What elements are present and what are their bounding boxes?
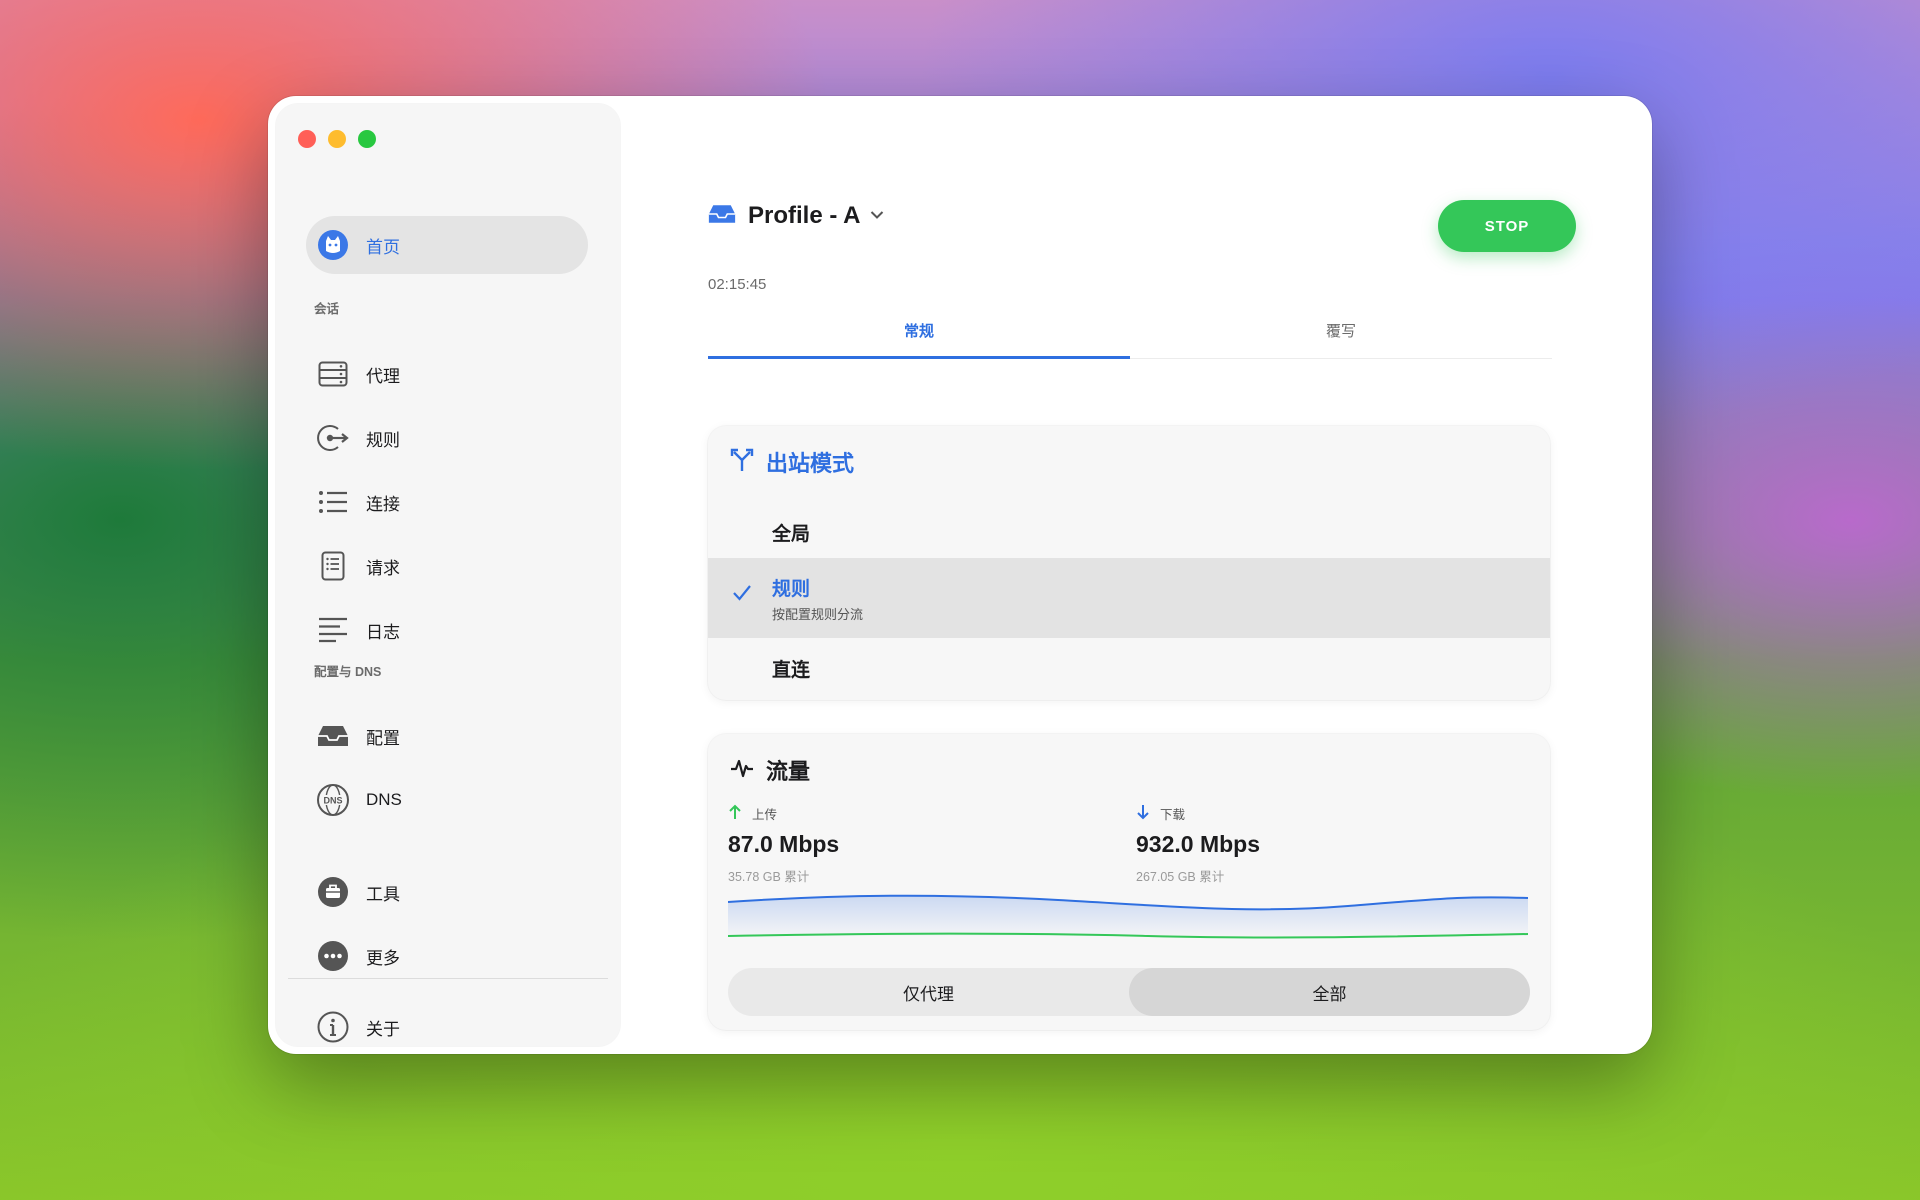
mode-option-label: 规则 (772, 579, 811, 600)
filter-proxy-only[interactable]: 仅代理 (728, 968, 1129, 1016)
arrow-up-icon (728, 804, 742, 823)
outbound-mode-card: 出站模式 全局 规则 按配置规则分流 直连 (708, 426, 1550, 700)
sidebar-item-label: 工具 (366, 884, 400, 904)
section-label-session: 会话 (314, 302, 340, 316)
arrow-down-icon (1136, 804, 1150, 823)
mode-option-label: 直连 (772, 660, 811, 681)
sidebar-item-proxy[interactable]: 代理 (306, 347, 588, 401)
zoom-window-button[interactable] (358, 130, 376, 148)
tab-bar: 常规 覆写 (708, 322, 1552, 359)
sidebar-item-home[interactable]: 首页 (306, 216, 588, 274)
sidebar-divider (288, 978, 608, 979)
section-label-config-dns: 配置与 DNS (314, 665, 382, 679)
mode-option-label: 全局 (772, 524, 811, 545)
download-total: 267.05 GB 累计 (1136, 870, 1225, 884)
sidebar-item-label: 请求 (366, 558, 400, 578)
traffic-graph (728, 894, 1528, 939)
sidebar-item-dns[interactable]: DNS DNS (306, 773, 588, 827)
sidebar-item-about[interactable]: 关于 (306, 1000, 588, 1054)
profile-title: Profile - A (748, 202, 861, 229)
main-content: Profile - A 02:15:45 STOP 常规 覆写 出站模式 全局 (708, 96, 1576, 1054)
sidebar-item-label: DNS (366, 790, 402, 809)
sidebar-item-label: 日志 (366, 622, 400, 642)
tab-general[interactable]: 常规 (708, 322, 1130, 359)
minimize-window-button[interactable] (328, 130, 346, 148)
server-icon (316, 357, 350, 391)
filter-all[interactable]: 全部 (1129, 968, 1530, 1016)
tab-override[interactable]: 覆写 (1130, 322, 1552, 356)
upload-metric: 上传 87.0 Mbps 35.78 GB 累计 (728, 804, 839, 885)
app-window: 首页 会话 代理 规则 连接 请求 日志 配置与 DNS 配置 DNS DNS … (268, 96, 1652, 1054)
download-speed: 932.0 Mbps (1136, 831, 1260, 857)
session-timer: 02:15:45 (708, 276, 767, 293)
traffic-title: 流量 (766, 759, 811, 784)
request-document-icon (316, 549, 350, 583)
sidebar-item-connections[interactable]: 连接 (306, 475, 588, 529)
upload-metric-header: 上传 (728, 804, 839, 823)
stop-button[interactable]: STOP (1438, 200, 1576, 252)
more-icon (316, 939, 350, 973)
sidebar-item-rules[interactable]: 规则 (306, 411, 588, 465)
profile-selector[interactable]: Profile - A (708, 202, 884, 230)
list-icon (316, 485, 350, 519)
rule-routing-icon (316, 421, 350, 455)
sidebar-item-label: 配置 (366, 728, 400, 748)
sidebar-item-requests[interactable]: 请求 (306, 539, 588, 593)
window-controls (298, 130, 376, 148)
sidebar-item-more[interactable]: 更多 (306, 929, 588, 983)
upload-speed: 87.0 Mbps (728, 831, 840, 857)
sidebar: 首页 会话 代理 规则 连接 请求 日志 配置与 DNS 配置 DNS DNS … (276, 104, 620, 1046)
mode-option-rule[interactable]: 规则 按配置规则分流 (708, 558, 1550, 638)
download-metric: 下载 932.0 Mbps 267.05 GB 累计 (1136, 804, 1260, 885)
sidebar-item-tools[interactable]: 工具 (306, 865, 588, 919)
sidebar-item-label: 首页 (366, 237, 400, 257)
sidebar-item-logs[interactable]: 日志 (306, 603, 588, 657)
close-window-button[interactable] (298, 130, 316, 148)
sidebar-item-label: 连接 (366, 494, 400, 514)
svg-text:DNS: DNS (323, 796, 342, 806)
checkmark-icon (732, 584, 752, 607)
upload-total: 35.78 GB 累计 (728, 870, 810, 884)
cat-avatar-icon (316, 228, 350, 262)
traffic-card: 流量 上传 87.0 Mbps 35.78 GB 累计 下载 932.0 Mbp… (708, 734, 1550, 1030)
mode-option-direct[interactable]: 直连 (708, 638, 1550, 696)
sidebar-item-label: 关于 (366, 1019, 400, 1039)
log-lines-icon (316, 613, 350, 647)
traffic-header: 流量 (730, 754, 810, 786)
activity-pulse-icon (730, 757, 754, 784)
mode-option-global[interactable]: 全局 (708, 504, 1550, 558)
sidebar-item-profiles[interactable]: 配置 (306, 709, 588, 763)
sidebar-item-label: 代理 (366, 366, 400, 386)
info-icon (316, 1010, 350, 1044)
profile-tray-icon (708, 203, 736, 230)
upload-label: 上传 (752, 808, 778, 822)
traffic-filter-segmented: 仅代理 全部 (728, 968, 1530, 1016)
toolbox-icon (316, 875, 350, 909)
dns-globe-icon: DNS (316, 783, 350, 817)
branch-icon (730, 448, 754, 477)
chevron-down-icon[interactable] (870, 207, 884, 225)
download-label: 下载 (1160, 808, 1186, 822)
outbound-mode-title: 出站模式 (766, 451, 855, 476)
outbound-mode-header: 出站模式 (730, 446, 854, 478)
mode-option-description: 按配置规则分流 (772, 607, 864, 622)
profile-tray-icon (316, 719, 350, 753)
download-metric-header: 下载 (1136, 804, 1260, 823)
sidebar-item-label: 更多 (366, 948, 400, 968)
sidebar-item-label: 规则 (366, 430, 400, 450)
